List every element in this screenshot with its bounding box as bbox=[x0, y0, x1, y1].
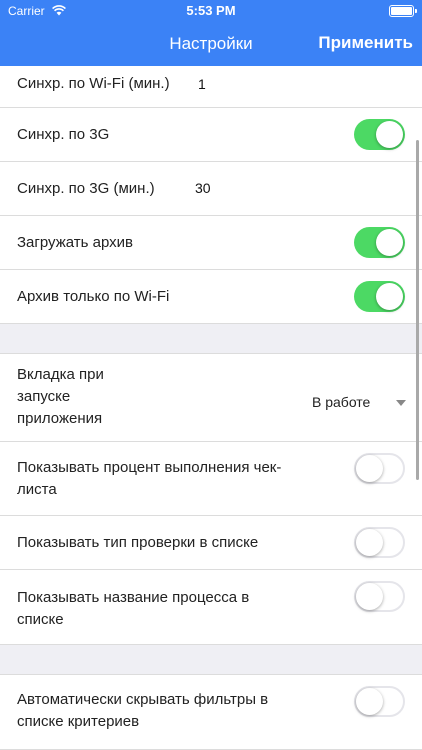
settings-list[interactable]: Синхр. по Wi-Fi (мин.) 1 Синхр. по 3G Си… bbox=[0, 66, 422, 750]
wifi-sync-value[interactable]: 1 bbox=[198, 76, 206, 92]
clock: 5:53 PM bbox=[186, 3, 236, 18]
status-bar: Carrier 5:53 PM bbox=[0, 0, 422, 24]
scrollbar[interactable] bbox=[416, 140, 419, 480]
toggle-knob bbox=[376, 229, 403, 256]
archive-wifi-toggle[interactable] bbox=[354, 281, 405, 312]
show-check-type-row: Показывать тип проверки в списке bbox=[0, 516, 422, 570]
auto-hide-filters-row: Автоматически скрывать фильтры в списке … bbox=[0, 675, 422, 750]
sync-3g-toggle[interactable] bbox=[354, 119, 405, 150]
battery-icon bbox=[389, 5, 417, 17]
show-percent-row: Показывать процент выполнения чек- листа bbox=[0, 442, 422, 516]
caret-down-icon bbox=[396, 400, 406, 406]
load-archive-label: Загружать архив bbox=[17, 234, 133, 251]
start-tab-row: Вкладка при запуске приложения В работе bbox=[0, 354, 422, 442]
start-tab-label-line-2: запуске bbox=[17, 388, 71, 405]
start-tab-value: В работе bbox=[312, 394, 371, 410]
show-percent-label-line-1: Показывать процент выполнения чек- bbox=[17, 459, 282, 476]
auto-hide-filters-toggle[interactable] bbox=[354, 686, 405, 717]
nav-header: Carrier 5:53 PM Настройки Применить bbox=[0, 0, 422, 66]
toggle-knob bbox=[356, 688, 383, 715]
sync-3g-min-row[interactable]: Синхр. по 3G (мин.) 30 bbox=[0, 162, 422, 216]
show-check-type-label: Показывать тип проверки в списке bbox=[17, 534, 259, 551]
toggle-knob bbox=[356, 583, 383, 610]
show-percent-label-line-2: листа bbox=[17, 481, 57, 498]
start-tab-label-line-1: Вкладка при bbox=[17, 366, 104, 383]
archive-wifi-label: Архив только по Wi-Fi bbox=[17, 288, 170, 305]
start-tab-select[interactable]: В работе bbox=[312, 392, 412, 414]
toggle-knob bbox=[356, 455, 383, 482]
show-process-toggle[interactable] bbox=[354, 581, 405, 612]
show-process-label-line-1: Показывать название процесса в bbox=[17, 589, 250, 606]
sync-3g-row: Синхр. по 3G bbox=[0, 108, 422, 162]
show-percent-toggle[interactable] bbox=[354, 453, 405, 484]
apply-button[interactable]: Применить bbox=[318, 33, 413, 53]
section-gap bbox=[0, 645, 422, 675]
toggle-knob bbox=[376, 283, 403, 310]
show-process-label-line-2: списке bbox=[17, 611, 64, 628]
wifi-sync-label: Синхр. по Wi-Fi (мин.) bbox=[17, 75, 170, 92]
sync-3g-min-label: Синхр. по 3G (мин.) bbox=[17, 180, 155, 197]
show-process-row: Показывать название процесса в списке bbox=[0, 570, 422, 645]
section-gap bbox=[0, 324, 422, 354]
sync-3g-label: Синхр. по 3G bbox=[17, 126, 110, 143]
load-archive-row: Загружать архив bbox=[0, 216, 422, 270]
toggle-knob bbox=[356, 529, 383, 556]
auto-hide-label-line-2: списке критериев bbox=[17, 713, 140, 730]
sync-3g-min-value[interactable]: 30 bbox=[195, 180, 211, 196]
show-check-type-toggle[interactable] bbox=[354, 527, 405, 558]
wifi-sync-row[interactable]: Синхр. по Wi-Fi (мин.) 1 bbox=[0, 66, 422, 108]
archive-wifi-row: Архив только по Wi-Fi bbox=[0, 270, 422, 324]
auto-hide-label-line-1: Автоматически скрывать фильтры в bbox=[17, 691, 269, 708]
toggle-knob bbox=[376, 121, 403, 148]
start-tab-label-line-3: приложения bbox=[17, 410, 103, 427]
load-archive-toggle[interactable] bbox=[354, 227, 405, 258]
